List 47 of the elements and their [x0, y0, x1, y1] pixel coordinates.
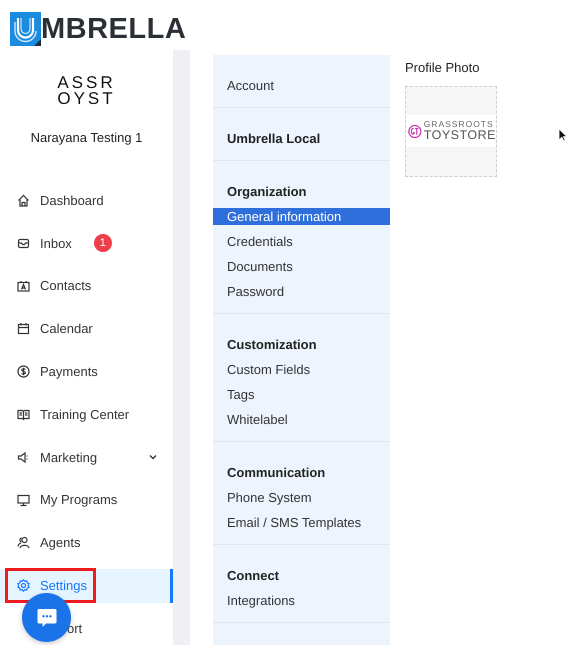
- inbox-icon: [17, 236, 30, 250]
- settings-link[interactable]: Account: [213, 77, 390, 94]
- monitor-icon: [17, 494, 30, 507]
- contact-card-icon: [17, 280, 30, 293]
- logo-text: TOYSTORE: [424, 129, 496, 142]
- section-heading: Communication: [226, 464, 326, 481]
- calendar-icon: [17, 322, 30, 336]
- org-logo: ASSR OYST: [56, 75, 116, 107]
- section-heading: Organization: [226, 183, 308, 200]
- umbrella-logo-icon: [10, 12, 41, 46]
- settings-menu-item[interactable]: General information: [213, 208, 390, 225]
- brand-name: MBRELLA: [41, 12, 186, 46]
- people-icon: [17, 536, 30, 550]
- gear-icon: [17, 579, 30, 592]
- sidebar-item[interactable]: Contacts: [0, 269, 173, 304]
- section-heading: Umbrella Local: [226, 130, 322, 147]
- settings-menu-item[interactable]: Tags: [213, 386, 390, 403]
- sidebar-item[interactable]: Payments: [0, 354, 173, 389]
- settings-menu-item[interactable]: Email / SMS Templates: [213, 514, 390, 531]
- settings-menu-item[interactable]: Integrations: [213, 592, 390, 609]
- sidebar-item[interactable]: Calendar: [0, 312, 173, 346]
- dollar-icon: [17, 365, 30, 378]
- sidebar-item[interactable]: ort: [0, 611, 173, 645]
- section-heading: Connect: [226, 567, 280, 584]
- sidebar-item[interactable]: Marketing: [0, 440, 173, 474]
- settings-menu-item[interactable]: Custom Fields: [213, 361, 390, 378]
- settings-menu-item[interactable]: Documents: [213, 258, 390, 275]
- sidebar-item[interactable]: Training Center: [0, 397, 173, 432]
- settings-menu-item[interactable]: Password: [213, 283, 390, 300]
- book-icon: [17, 408, 30, 421]
- chat-bubble-icon: [36, 606, 58, 628]
- sidebar-item[interactable]: Agents: [0, 526, 173, 560]
- cursor-icon: [558, 128, 568, 142]
- sidebar-item[interactable]: Inbox 1: [0, 226, 173, 260]
- settings-menu-item[interactable]: Phone System: [213, 489, 390, 506]
- sidebar-item[interactable]: Settings: [0, 568, 173, 603]
- home-icon: [17, 194, 30, 207]
- megaphone-icon: [17, 450, 30, 464]
- field-label: Profile Photo: [405, 59, 480, 77]
- settings-menu-item[interactable]: Whitelabel: [213, 411, 390, 428]
- sidebar-item[interactable]: Dashboard: [0, 184, 173, 218]
- notification-badge: 1: [94, 234, 112, 252]
- org-name: Narayana Testing 1: [30, 129, 144, 147]
- section-heading: Customization: [226, 336, 318, 353]
- logo-text: GRASSROOTS: [424, 120, 495, 129]
- sidebar-item[interactable]: My Programs: [0, 483, 173, 518]
- settings-menu-item[interactable]: Credentials: [213, 233, 390, 250]
